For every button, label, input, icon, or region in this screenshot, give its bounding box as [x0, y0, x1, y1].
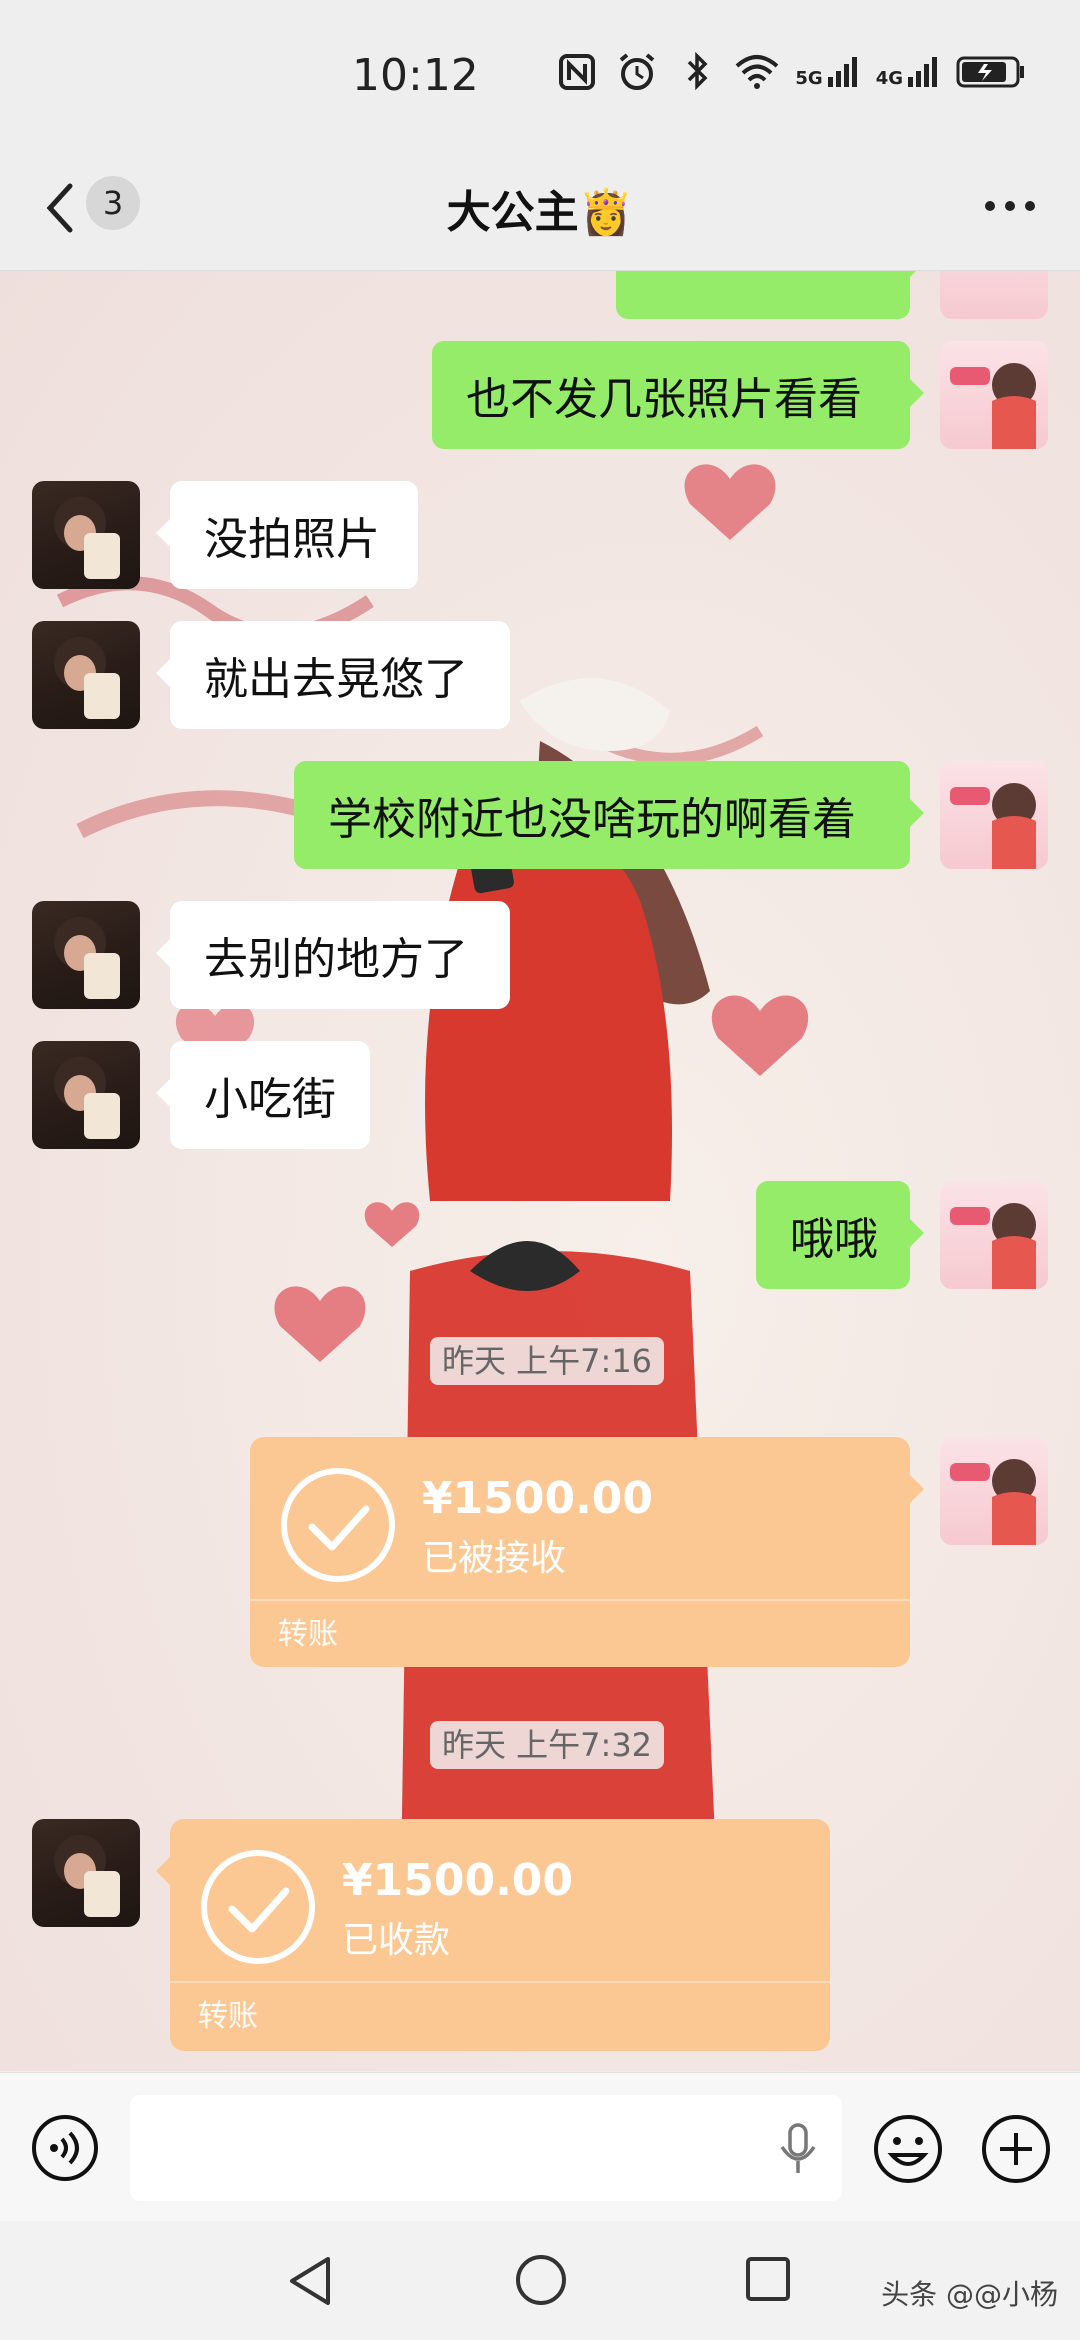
my-avatar[interactable]	[940, 271, 1048, 319]
status-bar: 10:12 5G 4G	[0, 0, 1080, 150]
transfer-label: 转账	[198, 1999, 258, 2034]
message-bubble-sent[interactable]: 学校附近也没啥玩的啊看着	[294, 761, 924, 869]
timestamp: 昨天 上午7:32	[430, 1721, 665, 1769]
message-bubble-received[interactable]: 小吃街	[156, 1041, 370, 1149]
transfer-card-sent[interactable]: ¥1500.00 已被接收 转账	[250, 1437, 924, 1667]
timestamp: 昨天 上午7:16	[430, 1337, 665, 1385]
chat-header: 3 大公主👸	[0, 150, 1080, 271]
contact-avatar[interactable]	[32, 1819, 140, 1927]
transfer-status: 已被接收	[422, 1538, 567, 1579]
signal-4g-icon: 4G	[876, 55, 940, 89]
my-avatar[interactable]	[940, 341, 1048, 449]
contact-avatar[interactable]	[32, 901, 140, 1009]
message-bubble-received[interactable]: 就出去晃悠了	[156, 621, 510, 729]
contact-avatar[interactable]	[32, 1041, 140, 1149]
emoji-icon[interactable]	[872, 2113, 944, 2185]
bluetooth-icon	[688, 52, 708, 91]
my-avatar[interactable]	[940, 761, 1048, 869]
message-input[interactable]	[130, 2095, 842, 2201]
message-bubble-partial[interactable]	[616, 271, 924, 319]
chat-title: 大公主👸	[446, 187, 634, 238]
system-navigation-bar: 头条 @@小杨	[0, 2221, 1080, 2340]
transfer-card-received[interactable]: ¥1500.00 已收款 转账	[156, 1819, 830, 2051]
more-dots-icon[interactable]	[980, 186, 1040, 226]
contact-avatar[interactable]	[32, 621, 140, 729]
chat-message-list[interactable]: 也不发几张照片看看 没拍照片 就出去晃悠了 学校附近也没啥玩的啊看着 去别的地方…	[0, 271, 1080, 2071]
network-5g-label: 5G	[795, 68, 823, 89]
battery-icon	[956, 56, 1024, 88]
message-bubble-sent[interactable]: 也不发几张照片看看	[432, 341, 924, 449]
check-circle-icon	[281, 1468, 395, 1582]
signal-5g-icon: 5G	[795, 55, 859, 89]
my-avatar[interactable]	[940, 1181, 1048, 1289]
network-4g-label: 4G	[875, 68, 903, 89]
message-bubble-sent[interactable]: 哦哦	[756, 1181, 924, 1289]
check-circle-icon	[201, 1850, 315, 1964]
transfer-amount: ¥1500.00	[342, 1855, 574, 1906]
input-bar	[0, 2072, 1080, 2221]
nav-recent-icon[interactable]	[744, 2255, 792, 2303]
nav-back-icon[interactable]	[284, 2253, 336, 2309]
contact-avatar[interactable]	[32, 481, 140, 589]
message-bubble-received[interactable]: 去别的地方了	[156, 901, 510, 1009]
transfer-divider	[250, 1599, 910, 1601]
transfer-status: 已收款	[342, 1920, 451, 1961]
status-icons: 5G 4G	[555, 52, 1026, 92]
plus-icon[interactable]	[980, 2113, 1052, 2185]
transfer-divider	[170, 1981, 830, 1983]
status-time: 10:12	[352, 50, 479, 101]
transfer-amount: ¥1500.00	[422, 1473, 654, 1524]
my-avatar[interactable]	[940, 1437, 1048, 1545]
nfc-icon	[559, 54, 596, 90]
nav-home-icon[interactable]	[514, 2253, 568, 2307]
voice-icon[interactable]	[30, 2113, 100, 2183]
alarm-icon	[620, 53, 655, 90]
mic-icon[interactable]	[778, 2123, 818, 2177]
watermark: 头条 @@小杨	[881, 2278, 1058, 2311]
wifi-icon	[736, 55, 779, 89]
transfer-label: 转账	[278, 1617, 338, 1652]
message-bubble-received[interactable]: 没拍照片	[156, 481, 418, 589]
